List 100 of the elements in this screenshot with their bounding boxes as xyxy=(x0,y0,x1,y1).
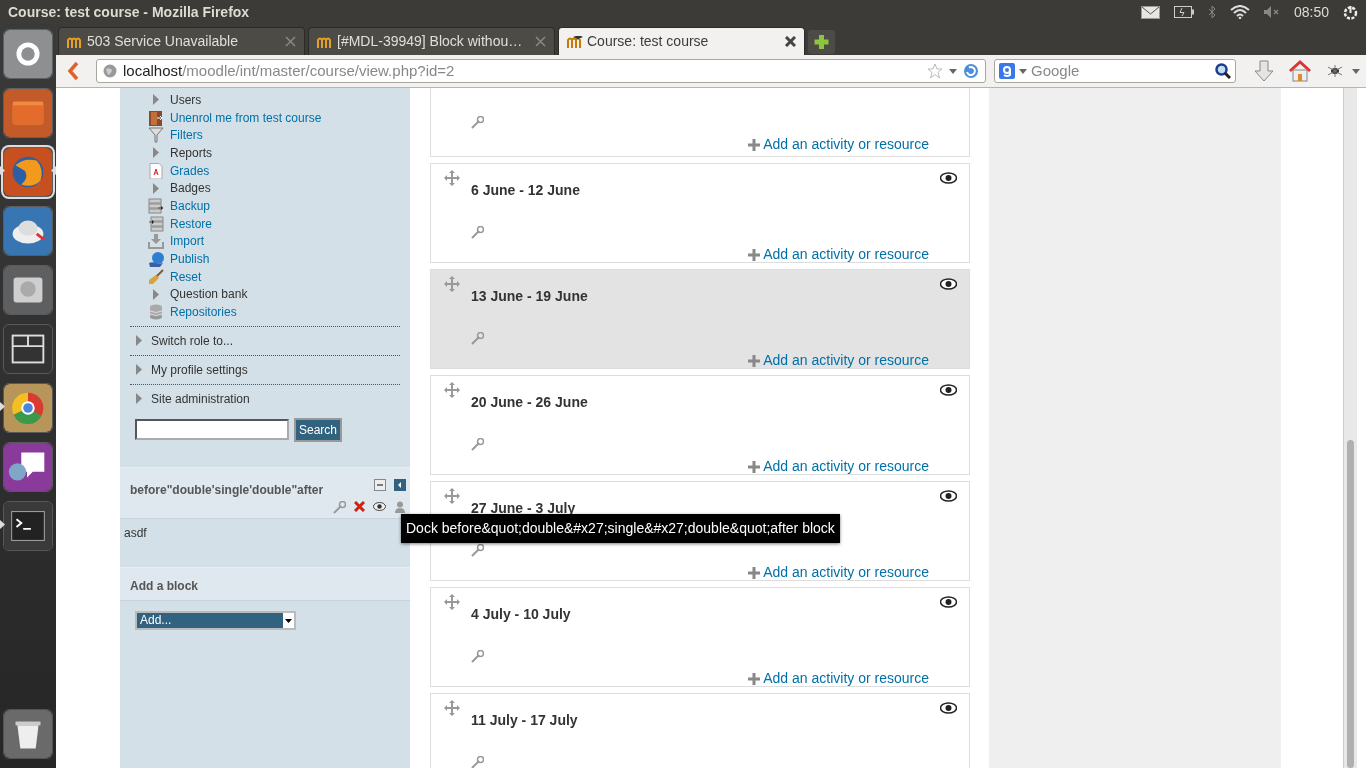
browser-tab[interactable]: 503 Service Unavailable xyxy=(58,27,305,55)
search-input[interactable] xyxy=(135,419,289,441)
nav-link[interactable]: Reset xyxy=(170,267,202,286)
expand-arrow-icon[interactable] xyxy=(134,393,145,405)
nav-link[interactable]: Filters xyxy=(170,126,203,145)
eye-icon[interactable] xyxy=(940,596,957,608)
wrench-icon[interactable] xyxy=(471,438,484,452)
add-activity-link[interactable]: Add an activity or resource xyxy=(748,350,929,371)
move-icon[interactable] xyxy=(444,700,460,716)
window-title: Course: test course - Mozilla Firefox xyxy=(8,2,250,22)
nav-link[interactable]: Repositories xyxy=(170,303,237,322)
add-activity-link[interactable]: Add an activity or resource xyxy=(748,668,929,689)
home-icon[interactable] xyxy=(1288,60,1312,82)
reload-icon[interactable] xyxy=(963,63,979,79)
browser-tab[interactable]: Course: test course xyxy=(558,27,805,55)
drive-icon[interactable] xyxy=(3,264,53,315)
window-icon[interactable] xyxy=(3,323,53,374)
eye-icon[interactable] xyxy=(940,702,957,714)
volume-muted-icon[interactable] xyxy=(1263,6,1280,18)
disk-icon[interactable] xyxy=(3,205,53,256)
move-icon[interactable] xyxy=(444,276,460,292)
site-icon xyxy=(67,35,83,48)
search-engine-icon[interactable] xyxy=(999,63,1015,79)
nav-item[interactable]: Users xyxy=(170,90,202,109)
add-activity-link[interactable]: Add an activity or resource xyxy=(748,456,929,477)
section-title: 6 June - 12 June xyxy=(471,181,580,200)
new-tab-icon[interactable] xyxy=(808,30,835,54)
add-activity-link[interactable]: Add an activity or resource xyxy=(748,244,929,265)
search-button[interactable]: Search xyxy=(294,417,343,442)
delete-icon[interactable] xyxy=(354,500,365,512)
section-title: 11 July - 17 July xyxy=(471,711,578,730)
back-icon[interactable] xyxy=(66,61,80,81)
download-icon[interactable] xyxy=(1254,60,1274,82)
scrollbar-thumb[interactable] xyxy=(1347,440,1354,768)
ubuntu-logo-icon[interactable] xyxy=(3,28,53,79)
move-icon[interactable] xyxy=(444,488,460,504)
nav-section[interactable]: Site administration xyxy=(151,389,250,408)
mail-icon[interactable] xyxy=(1140,5,1160,19)
bluetooth-icon[interactable] xyxy=(1207,5,1216,19)
power-icon[interactable] xyxy=(1343,4,1358,20)
collapse-icon[interactable] xyxy=(374,478,386,491)
wrench-icon[interactable] xyxy=(471,332,484,346)
door-icon xyxy=(148,109,164,126)
move-icon[interactable] xyxy=(444,382,460,398)
nav-item[interactable]: Reports xyxy=(170,143,213,162)
move-icon[interactable] xyxy=(444,170,460,186)
caret-icon[interactable] xyxy=(1019,68,1027,74)
globe-icon[interactable] xyxy=(3,146,53,197)
section-title: 20 June - 26 June xyxy=(471,393,588,412)
address-bar[interactable]: localhost/moodle/int/master/course/view.php?id=2 xyxy=(96,59,986,83)
wrench-icon[interactable] xyxy=(471,544,484,558)
browser-tab[interactable]: [#MDL-39949] Block withou… xyxy=(308,27,555,55)
caret-icon[interactable] xyxy=(1352,68,1360,74)
nav-link[interactable]: Import xyxy=(170,232,204,251)
add-activity-link[interactable]: Add an activity or resource xyxy=(748,134,929,155)
wrench-icon[interactable] xyxy=(333,500,346,514)
caret-icon[interactable] xyxy=(949,68,957,74)
dock-icon[interactable] xyxy=(394,478,406,491)
block-title: before"double'single'double"after xyxy=(130,481,324,499)
wrench-icon[interactable] xyxy=(471,116,484,130)
nav-section[interactable]: Switch role to... xyxy=(151,331,234,350)
nav-link[interactable]: Grades xyxy=(170,161,210,180)
eye-icon[interactable] xyxy=(940,172,957,184)
folder-icon[interactable] xyxy=(3,87,53,138)
close-icon[interactable] xyxy=(785,36,796,47)
bug-icon[interactable] xyxy=(1326,64,1344,78)
expand-arrow-icon[interactable] xyxy=(134,335,145,347)
move-icon[interactable] xyxy=(444,594,460,610)
wrench-icon[interactable] xyxy=(471,650,484,664)
trash-icon[interactable] xyxy=(3,708,53,759)
add-block-select[interactable]: Add... xyxy=(135,610,296,630)
nav-link[interactable]: Backup xyxy=(170,196,211,215)
eye-icon[interactable] xyxy=(940,490,957,502)
nav-section[interactable]: My profile settings xyxy=(151,360,248,379)
circle-logo-icon[interactable] xyxy=(3,382,53,433)
wifi-icon[interactable] xyxy=(1229,5,1250,19)
eye-icon[interactable] xyxy=(940,384,957,396)
terminal-icon[interactable] xyxy=(3,500,53,551)
person-icon[interactable] xyxy=(394,500,406,513)
nav-link[interactable]: Unenrol me from test course xyxy=(170,108,322,127)
eye-icon[interactable] xyxy=(940,278,957,290)
clock[interactable]: 08:50 xyxy=(1293,1,1329,23)
scrollbar[interactable] xyxy=(1343,88,1357,768)
wrench-icon[interactable] xyxy=(471,226,484,240)
nav-item[interactable]: Question bank xyxy=(170,285,248,304)
battery-icon[interactable] xyxy=(1173,6,1194,18)
globe-icon xyxy=(148,251,164,268)
add-activity-link[interactable]: Add an activity or resource xyxy=(748,562,929,583)
search-field[interactable]: Google xyxy=(994,59,1236,83)
star-icon[interactable] xyxy=(927,63,943,79)
eye-icon[interactable] xyxy=(373,500,386,512)
nav-item[interactable]: Badges xyxy=(170,179,211,198)
nav-link[interactable]: Publish xyxy=(170,250,210,269)
chat-bubble-icon[interactable] xyxy=(3,441,53,492)
expand-arrow-icon[interactable] xyxy=(134,364,145,376)
section-title: 4 July - 10 July xyxy=(471,605,571,624)
site-icon xyxy=(317,35,333,48)
nav-link[interactable]: Restore xyxy=(170,214,213,233)
wrench-icon[interactable] xyxy=(471,756,484,768)
search-icon[interactable] xyxy=(1215,63,1231,79)
